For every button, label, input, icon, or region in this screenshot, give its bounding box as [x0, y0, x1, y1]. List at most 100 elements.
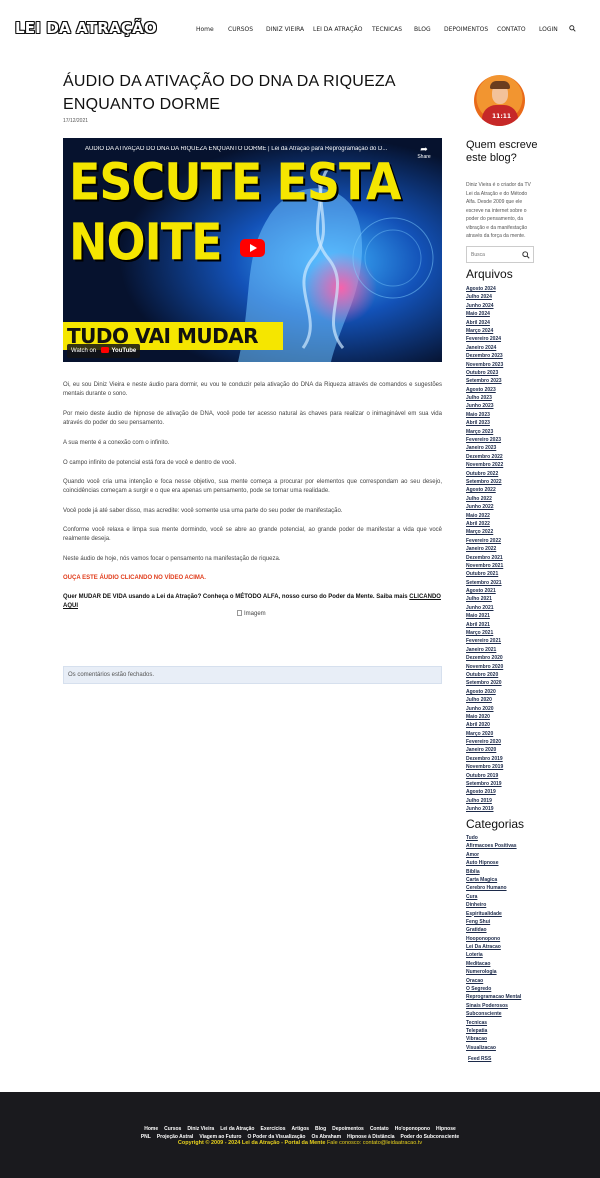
archive-link-fevereiro-2022[interactable]: Fevereiro 2022	[466, 537, 536, 545]
archive-link-janeiro-2022[interactable]: Janeiro 2022	[466, 545, 536, 553]
archive-link-dezembro-2021[interactable]: Dezembro 2021	[466, 554, 536, 562]
category-link-amor[interactable]: Amor	[466, 851, 536, 859]
category-link-cura[interactable]: Cura	[466, 893, 536, 901]
category-link-biblia[interactable]: Biblia	[466, 868, 536, 876]
category-link-o-segredo[interactable]: O Segredo	[466, 985, 536, 993]
category-link-subconsciente[interactable]: Subconsciente	[466, 1010, 536, 1018]
nav-login[interactable]: LOGIN	[539, 26, 558, 33]
archive-link-marco-2021[interactable]: Março 2021	[466, 629, 536, 637]
archive-link-agosto-2023[interactable]: Agosto 2023	[466, 386, 536, 394]
archive-link-novembro-2019[interactable]: Novembro 2019	[466, 763, 536, 771]
nav-cursos[interactable]: CURSOS	[228, 26, 253, 33]
archive-link-setembro-2022[interactable]: Setembro 2022	[466, 478, 536, 486]
search-icon[interactable]	[569, 25, 576, 32]
category-link-auto-hipnose[interactable]: Auto Hipnose	[466, 859, 536, 867]
archive-link-fevereiro-2023[interactable]: Fevereiro 2023	[466, 436, 536, 444]
play-button[interactable]	[240, 239, 265, 257]
category-link-gratidao[interactable]: Gratidao	[466, 926, 536, 934]
archive-link-maio-2021[interactable]: Maio 2021	[466, 612, 536, 620]
archive-link-maio-2020[interactable]: Maio 2020	[466, 713, 536, 721]
archive-link-marco-2024[interactable]: Março 2024	[466, 327, 536, 335]
nav-blog[interactable]: BLOG	[414, 26, 431, 33]
category-link-vibracao[interactable]: Vibracao	[466, 1035, 536, 1043]
share-button[interactable]: ➦ Share	[416, 144, 432, 160]
archive-link-abril-2023[interactable]: Abril 2023	[466, 419, 536, 427]
archive-link-setembro-2020[interactable]: Setembro 2020	[466, 679, 536, 687]
category-link-loteria[interactable]: Loteria	[466, 951, 536, 959]
archive-link-agosto-2020[interactable]: Agosto 2020	[466, 688, 536, 696]
archive-link-agosto-2024[interactable]: Agosto 2024	[466, 285, 536, 293]
category-link-cerebro-humano[interactable]: Cerebro Humano	[466, 884, 536, 892]
archive-link-marco-2020[interactable]: Março 2020	[466, 730, 536, 738]
contact-email[interactable]: Fale conosco: contato@leidaatracao.tv	[327, 1140, 422, 1146]
archive-link-novembro-2023[interactable]: Novembro 2023	[466, 361, 536, 369]
archive-link-junho-2023[interactable]: Junho 2023	[466, 402, 536, 410]
nav-home[interactable]: Home	[196, 26, 214, 33]
archive-link-junho-2022[interactable]: Junho 2022	[466, 503, 536, 511]
archive-link-abril-2021[interactable]: Abril 2021	[466, 621, 536, 629]
archive-link-janeiro-2024[interactable]: Janeiro 2024	[466, 344, 536, 352]
archive-link-maio-2023[interactable]: Maio 2023	[466, 411, 536, 419]
nav-tecnicas[interactable]: TECNICAS	[372, 26, 402, 33]
nav-contato[interactable]: CONTATO	[497, 26, 526, 33]
archive-link-outubro-2021[interactable]: Outubro 2021	[466, 570, 536, 578]
archive-link-janeiro-2023[interactable]: Janeiro 2023	[466, 444, 536, 452]
archive-link-junho-2021[interactable]: Junho 2021	[466, 604, 536, 612]
archive-link-junho-2024[interactable]: Junho 2024	[466, 302, 536, 310]
archive-link-janeiro-2020[interactable]: Janeiro 2020	[466, 746, 536, 754]
archive-link-outubro-2020[interactable]: Outubro 2020	[466, 671, 536, 679]
category-link-numerologia[interactable]: Numerologia	[466, 968, 536, 976]
archive-link-outubro-2022[interactable]: Outubro 2022	[466, 470, 536, 478]
archive-link-outubro-2023[interactable]: Outubro 2023	[466, 369, 536, 377]
archive-link-novembro-2020[interactable]: Novembro 2020	[466, 663, 536, 671]
archive-link-janeiro-2021[interactable]: Janeiro 2021	[466, 646, 536, 654]
category-link-sinais-poderosos[interactable]: Sinais Poderosos	[466, 1002, 536, 1010]
archive-link-abril-2022[interactable]: Abril 2022	[466, 520, 536, 528]
archive-link-setembro-2021[interactable]: Setembro 2021	[466, 579, 536, 587]
archive-link-setembro-2023[interactable]: Setembro 2023	[466, 377, 536, 385]
category-link-telepatia[interactable]: Telepatia	[466, 1027, 536, 1035]
archive-link-julho-2021[interactable]: Julho 2021	[466, 595, 536, 603]
category-link-tecnicas[interactable]: Tecnicas	[466, 1019, 536, 1027]
youtube-video-embed[interactable]: ESCUTE ESTA NOITE TUDO VAI MUDAR ÁUDIO D…	[63, 138, 442, 362]
category-link-feng-shui[interactable]: Feng Shui	[466, 918, 536, 926]
archive-link-julho-2023[interactable]: Julho 2023	[466, 394, 536, 402]
archive-link-agosto-2019[interactable]: Agosto 2019	[466, 788, 536, 796]
archive-link-agosto-2022[interactable]: Agosto 2022	[466, 486, 536, 494]
archive-link-abril-2020[interactable]: Abril 2020	[466, 721, 536, 729]
category-link-carta-magica[interactable]: Carta Magica	[466, 876, 536, 884]
archive-link-julho-2019[interactable]: Julho 2019	[466, 797, 536, 805]
archive-link-abril-2024[interactable]: Abril 2024	[466, 319, 536, 327]
archive-link-fevereiro-2021[interactable]: Fevereiro 2021	[466, 637, 536, 645]
category-link-reprogramacao-mental[interactable]: Reprogramacao Mental	[466, 993, 536, 1001]
archive-link-marco-2023[interactable]: Março 2023	[466, 428, 536, 436]
nav-depoimentos[interactable]: DEPOIMENTOS	[444, 26, 488, 33]
search-input[interactable]	[471, 250, 521, 260]
archive-link-dezembro-2019[interactable]: Dezembro 2019	[466, 755, 536, 763]
category-link-oracao[interactable]: Oracao	[466, 977, 536, 985]
archive-link-novembro-2021[interactable]: Novembro 2021	[466, 562, 536, 570]
archive-link-marco-2022[interactable]: Março 2022	[466, 528, 536, 536]
watch-on-youtube-button[interactable]: Watch on YouTube	[67, 344, 141, 358]
site-logo[interactable]: LEI DA ATRAÇÃO	[15, 19, 157, 37]
video-title[interactable]: ÁUDIO DA ATIVAÇÃO DO DNA DA RIQUEZA ENQU…	[85, 146, 405, 152]
search-icon[interactable]	[522, 251, 530, 259]
nav-diniz-vieira[interactable]: DINIZ VIEIRA	[266, 26, 304, 33]
archive-link-fevereiro-2024[interactable]: Fevereiro 2024	[466, 335, 536, 343]
category-link-visualizacao[interactable]: Visualizacao	[466, 1044, 536, 1052]
archive-link-maio-2024[interactable]: Maio 2024	[466, 310, 536, 318]
archive-link-junho-2020[interactable]: Junho 2020	[466, 705, 536, 713]
archive-link-julho-2020[interactable]: Julho 2020	[466, 696, 536, 704]
category-link-afirmacoes-positivas[interactable]: Afirmacoes Positivas	[466, 842, 536, 850]
archive-link-maio-2022[interactable]: Maio 2022	[466, 512, 536, 520]
category-link-lei-da-atracao[interactable]: Lei Da Atracao	[466, 943, 536, 951]
archive-link-dezembro-2020[interactable]: Dezembro 2020	[466, 654, 536, 662]
category-link-tudo[interactable]: Tudo	[466, 834, 536, 842]
archive-link-novembro-2022[interactable]: Novembro 2022	[466, 461, 536, 469]
category-link-meditacao[interactable]: Meditacao	[466, 960, 536, 968]
archive-link-julho-2022[interactable]: Julho 2022	[466, 495, 536, 503]
archive-link-outubro-2019[interactable]: Outubro 2019	[466, 772, 536, 780]
category-link-dinheiro[interactable]: Dinheiro	[466, 901, 536, 909]
feed-rss-link[interactable]: Feed RSS	[468, 1056, 491, 1062]
category-link-hooponopono[interactable]: Hooponopono	[466, 935, 536, 943]
